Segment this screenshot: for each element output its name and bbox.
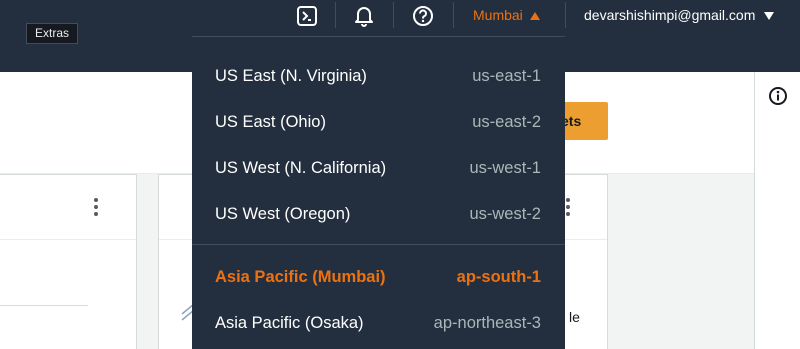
region-code: us-west-2 — [469, 204, 541, 223]
region-selector-button[interactable]: Mumbai — [473, 3, 540, 27]
account-menu-button[interactable]: devarshishimpi@gmail.com — [584, 3, 775, 27]
region-name: Asia Pacific (Mumbai) — [215, 267, 386, 286]
card-divider — [0, 239, 136, 240]
region-code: us-east-1 — [472, 66, 541, 85]
region-name: US East (Ohio) — [215, 112, 326, 131]
region-option-ap-northeast-3[interactable]: Asia Pacific (Osaka) ap-northeast-3 — [192, 300, 565, 346]
region-code: ap-northeast-3 — [433, 313, 541, 332]
region-option-us-east-2[interactable]: US East (Ohio) us-east-2 — [192, 99, 565, 145]
cloudshell-icon[interactable] — [294, 3, 320, 29]
nav-divider — [453, 2, 454, 28]
region-code: ap-south-1 — [456, 267, 541, 286]
region-option-us-west-2[interactable]: US West (Oregon) us-west-2 — [192, 191, 565, 237]
region-name: US West (N. California) — [215, 158, 387, 177]
divider-line — [0, 305, 88, 306]
info-icon[interactable] — [768, 86, 788, 111]
region-name: Asia Pacific (Osaka) — [215, 313, 364, 332]
region-option-us-west-1[interactable]: US West (N. California) us-west-1 — [192, 145, 565, 191]
region-group-divider — [192, 244, 565, 245]
region-selector-label: Mumbai — [473, 7, 523, 23]
nav-divider — [393, 2, 394, 28]
more-options-icon[interactable] — [94, 198, 98, 219]
help-panel — [754, 72, 800, 349]
region-code: us-west-1 — [469, 158, 541, 177]
account-label: devarshishimpi@gmail.com — [584, 7, 756, 23]
nav-divider — [565, 2, 566, 28]
extras-tooltip: Extras — [26, 23, 79, 44]
caret-up-icon — [529, 7, 540, 23]
card-text-fragment: le — [569, 309, 580, 325]
region-option-us-east-1[interactable]: US East (N. Virginia) us-east-1 — [192, 53, 565, 99]
dashboard-card — [0, 174, 137, 349]
notifications-icon[interactable] — [352, 3, 376, 29]
region-dropdown-menu: US East (N. Virginia) us-east-1 US East … — [192, 36, 565, 349]
more-options-icon[interactable] — [566, 198, 570, 219]
region-name: US East (N. Virginia) — [215, 66, 367, 85]
region-name: US West (Oregon) — [215, 204, 351, 223]
nav-divider — [335, 2, 336, 28]
help-icon[interactable] — [411, 3, 435, 29]
caret-down-icon — [764, 7, 775, 23]
region-code: us-east-2 — [472, 112, 541, 131]
region-option-ap-south-1[interactable]: Asia Pacific (Mumbai) ap-south-1 — [192, 254, 565, 300]
